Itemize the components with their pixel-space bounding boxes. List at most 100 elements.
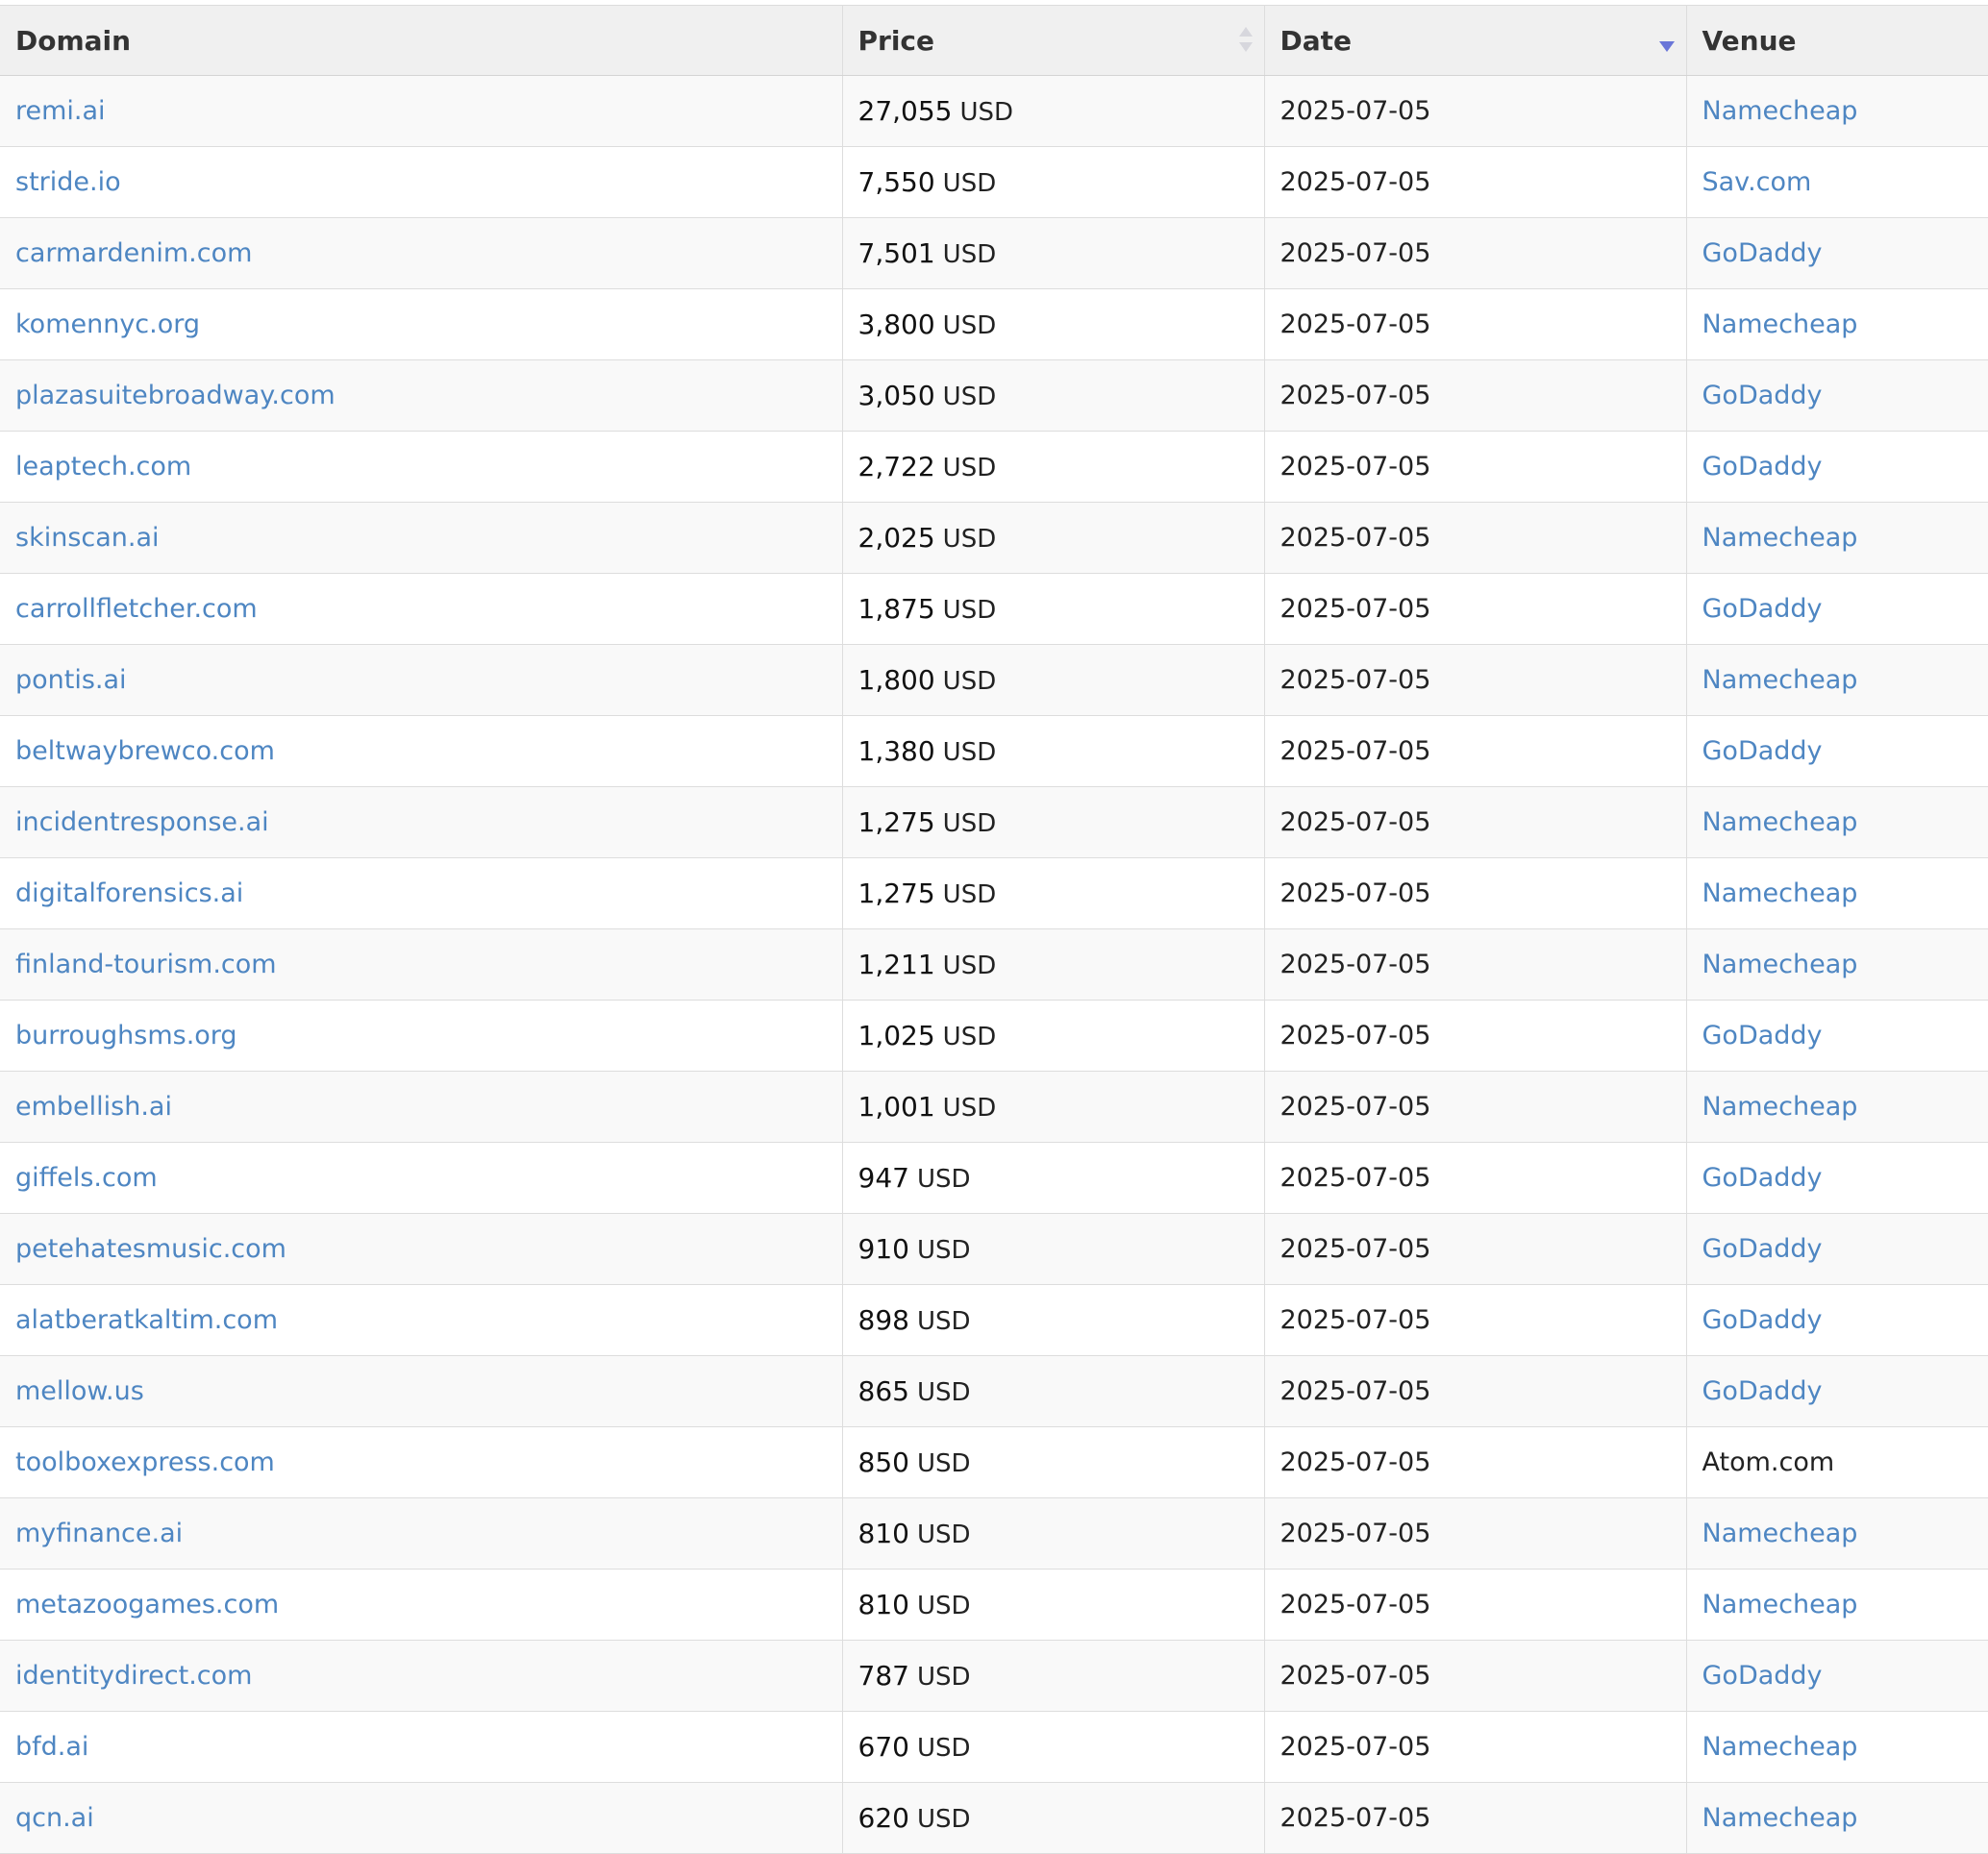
venue-cell: GoDaddy [1686,218,1988,289]
domain-link[interactable]: alatberatkaltim.com [15,1305,278,1335]
domain-link[interactable]: skinscan.ai [15,523,160,553]
price-amount: 1,380 [857,735,935,767]
sales-table-container: Domain Price Date Venue remi.ai 27,055 U… [0,5,1988,1854]
venue-link[interactable]: GoDaddy [1702,238,1823,268]
price-cell: 1,380 USD [842,715,1265,787]
column-header-venue[interactable]: Venue [1686,5,1988,76]
venue-link[interactable]: GoDaddy [1702,381,1823,410]
venue-link[interactable]: Namecheap [1702,1732,1858,1762]
venue-link[interactable]: Namecheap [1702,523,1858,553]
domain-link[interactable]: pontis.ai [15,665,127,695]
domain-link[interactable]: digitalforensics.ai [15,878,243,908]
sale-date: 2025-07-05 [1280,381,1431,410]
domain-cell: plazasuitebroadway.com [0,359,843,432]
table-row: carrollfletcher.com 1,875 USD 2025-07-05 GoD… [0,573,1988,645]
domain-link[interactable]: remi.ai [15,96,106,126]
sale-date: 2025-07-05 [1280,1305,1431,1335]
venue-link[interactable]: GoDaddy [1702,594,1823,624]
column-header-price[interactable]: Price [842,5,1265,76]
column-header-venue-label: Venue [1702,24,1797,57]
venue-cell: Namecheap [1686,289,1988,360]
venue-link[interactable]: Namecheap [1702,807,1858,837]
domain-link[interactable]: identitydirect.com [15,1661,252,1691]
price-cell: 620 USD [842,1782,1265,1854]
domain-link[interactable]: qcn.ai [15,1803,94,1833]
price-cell: 1,275 USD [842,857,1265,929]
domain-link[interactable]: myfinance.ai [15,1519,183,1548]
sale-date: 2025-07-05 [1280,665,1431,695]
domain-cell: incidentresponse.ai [0,786,843,858]
venue-link[interactable]: Namecheap [1702,950,1858,979]
price-currency: USD [942,383,997,411]
domain-link[interactable]: finland-tourism.com [15,950,277,979]
domain-link[interactable]: komennyc.org [15,309,200,339]
domain-cell: carrollfletcher.com [0,573,843,645]
price-amount: 3,800 [857,309,935,340]
domain-link[interactable]: petehatesmusic.com [15,1234,286,1264]
column-header-price-label: Price [857,24,935,57]
table-row: pontis.ai 1,800 USD 2025-07-05 Namecheap [0,644,1988,716]
price-currency: USD [942,1023,997,1051]
venue-link[interactable]: Sav.com [1702,167,1812,197]
domain-link[interactable]: carrollfletcher.com [15,594,258,624]
venue-link[interactable]: Namecheap [1702,878,1858,908]
column-header-domain[interactable]: Domain [0,5,843,76]
domain-link[interactable]: metazoogames.com [15,1590,279,1619]
venue-link[interactable]: Namecheap [1702,1590,1858,1619]
venue-cell: Namecheap [1686,645,1988,716]
domain-link[interactable]: mellow.us [15,1376,144,1406]
price-currency: USD [916,1449,971,1478]
table-body: remi.ai 27,055 USD 2025-07-05 Namecheap strid… [0,75,1988,1854]
domain-cell: petehatesmusic.com [0,1213,843,1285]
venue-link[interactable]: GoDaddy [1702,1163,1823,1193]
price-currency: USD [916,1734,971,1763]
domain-cell: myfinance.ai [0,1497,843,1570]
sort-both-icon[interactable] [1238,27,1253,58]
column-header-date[interactable]: Date [1264,5,1687,76]
domain-link[interactable]: carmardenim.com [15,238,252,268]
domain-cell: remi.ai [0,75,843,147]
domain-link[interactable]: bfd.ai [15,1732,88,1762]
domain-link[interactable]: leaptech.com [15,452,191,482]
domain-link[interactable]: embellish.ai [15,1092,172,1122]
venue-link[interactable]: GoDaddy [1702,1234,1823,1264]
venue-link[interactable]: GoDaddy [1702,1376,1823,1406]
sale-date: 2025-07-05 [1280,1590,1431,1619]
venue-link[interactable]: GoDaddy [1702,1021,1823,1051]
venue-link[interactable]: Namecheap [1702,1803,1858,1833]
venue-link[interactable]: Namecheap [1702,96,1858,126]
domain-link[interactable]: burroughsms.org [15,1021,237,1051]
venue-link[interactable]: Namecheap [1702,665,1858,695]
domain-link[interactable]: toolboxexpress.com [15,1447,275,1477]
domain-link[interactable]: beltwaybrewco.com [15,736,275,766]
venue-link[interactable]: Namecheap [1702,309,1858,339]
venue-cell: Namecheap [1686,858,1988,929]
sort-descending-icon[interactable] [1658,41,1675,52]
domain-cell: giffels.com [0,1142,843,1214]
table-row: leaptech.com 2,722 USD 2025-07-05 GoDaddy [0,431,1988,503]
sale-date: 2025-07-05 [1280,1163,1431,1193]
date-cell: 2025-07-05 [1264,431,1687,503]
venue-link[interactable]: GoDaddy [1702,452,1823,482]
domain-link[interactable]: plazasuitebroadway.com [15,381,335,410]
table-row: metazoogames.com 810 USD 2025-07-05 Namechea… [0,1569,1988,1641]
domain-link[interactable]: giffels.com [15,1163,158,1193]
sale-date: 2025-07-05 [1280,1376,1431,1406]
sale-date: 2025-07-05 [1280,736,1431,766]
domain-link[interactable]: stride.io [15,167,121,197]
price-cell: 27,055 USD [842,75,1265,147]
venue-cell: GoDaddy [1686,1356,1988,1427]
date-cell: 2025-07-05 [1264,1569,1687,1641]
price-currency: USD [916,1236,971,1265]
venue-link[interactable]: GoDaddy [1702,1661,1823,1691]
domain-link[interactable]: incidentresponse.ai [15,807,269,837]
venue-link[interactable]: GoDaddy [1702,1305,1823,1335]
table-row: toolboxexpress.com 850 USD 2025-07-05 Atom.c… [0,1426,1988,1498]
date-cell: 2025-07-05 [1264,1497,1687,1570]
date-cell: 2025-07-05 [1264,1355,1687,1427]
venue-link[interactable]: Namecheap [1702,1092,1858,1122]
venue-link[interactable]: GoDaddy [1702,736,1823,766]
price-amount: 1,275 [857,806,935,838]
venue-link[interactable]: Namecheap [1702,1519,1858,1548]
domain-cell: embellish.ai [0,1071,843,1143]
